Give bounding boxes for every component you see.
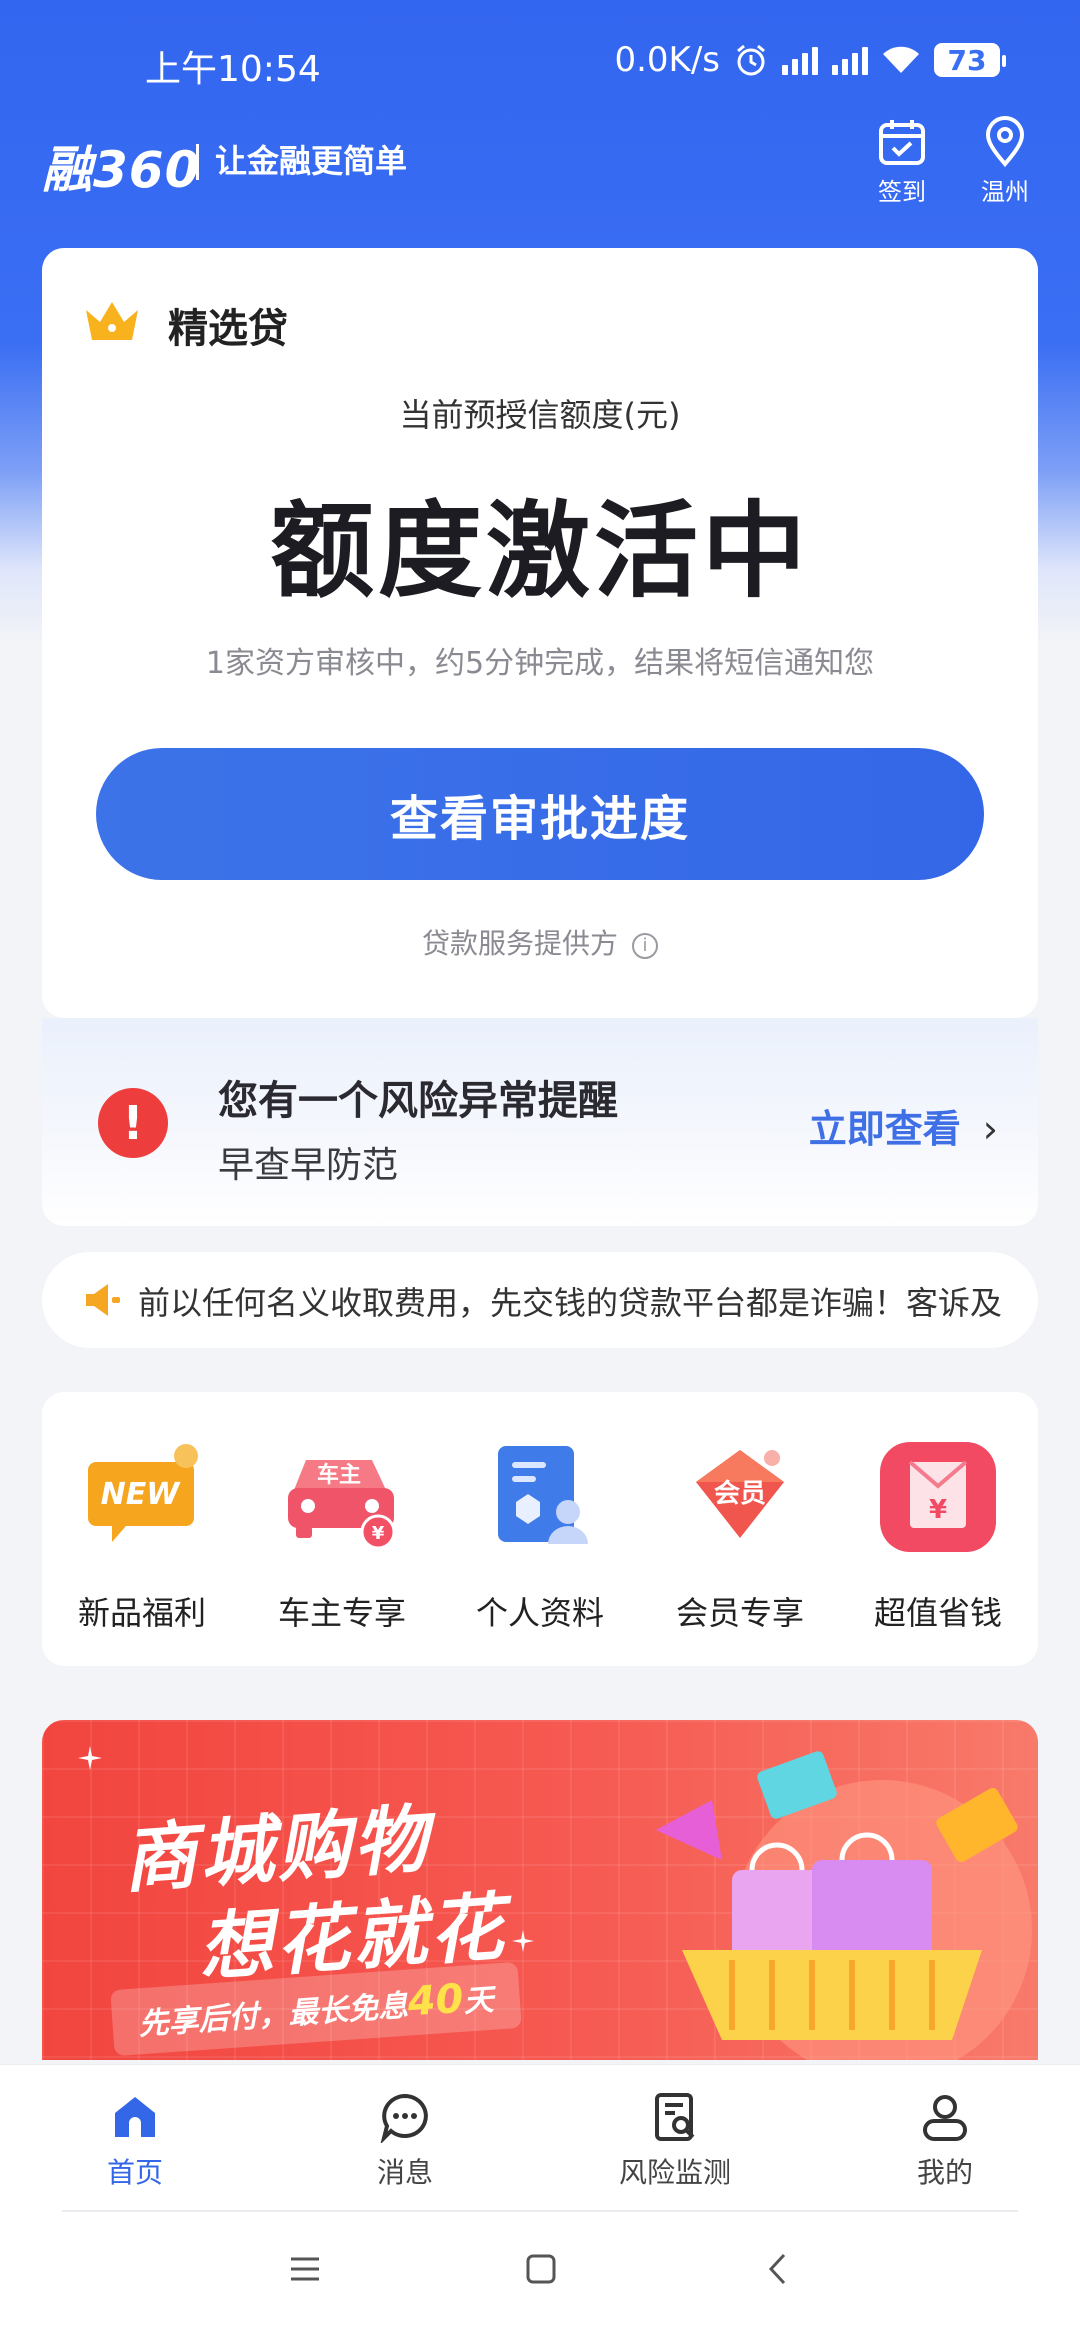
credit-description: 1家资方审核中，约5分钟完成，结果将短信通知您 xyxy=(205,646,875,681)
checkin-button[interactable]: 签到 xyxy=(862,116,942,207)
sparkle-icon xyxy=(512,1930,534,1952)
nav-label: 首页 xyxy=(106,2156,163,2189)
view-approval-progress-button[interactable]: 查看审批进度 xyxy=(96,748,984,880)
service-savings[interactable]: ¥ 超值省钱 xyxy=(838,1442,1038,1634)
risk-monitor-icon xyxy=(655,2093,695,2141)
new-icon-text: NEW xyxy=(101,1477,182,1512)
alert-icon: ! xyxy=(98,1088,168,1158)
notice-bar[interactable]: 前以任何名义收取费用，先交钱的贷款平台都是诈骗！客诉及 xyxy=(42,1252,1038,1348)
notice-text: 前以任何名义收取费用，先交钱的贷款平台都是诈骗！客诉及 xyxy=(138,1284,1003,1322)
service-new-benefits[interactable]: NEW 新品福利 xyxy=(42,1442,242,1634)
app-logo: 融360 xyxy=(42,141,201,199)
nav-home[interactable]: 首页 xyxy=(45,2091,225,2191)
services-grid: NEW 新品福利 ¥ 车主 车主专享 个人资料 会员 会员专享 ¥ 超值省钱 xyxy=(42,1392,1038,1666)
home-square-icon[interactable] xyxy=(524,2252,558,2286)
app-header: 融360 让金融更简单 签到 温州 xyxy=(0,116,1080,230)
location-button[interactable]: 温州 xyxy=(965,116,1045,207)
chevron-right-icon: › xyxy=(982,1107,998,1151)
status-indicators: 0.0K/s 73 xyxy=(614,40,1006,80)
service-label: 新品福利 xyxy=(77,1594,206,1632)
bottom-nav: 首页 消息 风险监测 我的 xyxy=(0,2064,1080,2212)
nav-label: 风险监测 xyxy=(618,2156,731,2189)
app-slogan: 让金融更简单 xyxy=(215,142,408,180)
banner-subtitle-highlight: 40 xyxy=(406,1975,465,2026)
loan-tag: 精选贷 xyxy=(168,306,288,352)
signal-icon-2 xyxy=(832,45,868,75)
service-car-owner[interactable]: ¥ 车主 车主专享 xyxy=(242,1442,442,1634)
member-icon: 会员 xyxy=(680,1442,800,1552)
risk-alert-title: 您有一个风险异常提醒 xyxy=(218,1078,618,1124)
crown-icon xyxy=(86,302,138,340)
sparkle-icon xyxy=(78,1746,102,1770)
back-icon[interactable] xyxy=(762,2252,796,2286)
risk-alert-subtitle: 早查早防范 xyxy=(218,1145,399,1186)
svg-text:¥: ¥ xyxy=(372,1523,385,1544)
info-icon: i xyxy=(632,933,658,959)
member-icon-text: 会员 xyxy=(714,1479,766,1509)
shopping-mall-banner[interactable]: 商城购物 想花就花 先享后付，最长免息40天 xyxy=(42,1720,1038,2060)
risk-alert-card[interactable]: ! 您有一个风险异常提醒 早查早防范 立即查看 › xyxy=(42,1018,1038,1226)
logo-divider xyxy=(196,144,199,180)
service-personal-info[interactable]: 个人资料 xyxy=(440,1442,640,1634)
status-time: 上午10:54 xyxy=(145,49,321,90)
location-pin-icon xyxy=(985,116,1025,168)
location-label: 温州 xyxy=(981,178,1029,206)
loan-card: 精选贷 当前预授信额度(元) 额度激活中 1家资方审核中，约5分钟完成，结果将短… xyxy=(42,248,1038,1018)
car-icon-text: 车主 xyxy=(317,1462,361,1488)
service-label: 超值省钱 xyxy=(873,1594,1002,1632)
speaker-icon xyxy=(86,1284,120,1316)
home-icon xyxy=(115,2097,155,2137)
checkin-label: 签到 xyxy=(878,178,926,206)
battery-icon: 73 xyxy=(934,43,1006,77)
service-label: 会员专享 xyxy=(675,1594,804,1632)
message-icon xyxy=(380,2093,428,2143)
credit-label: 当前预授信额度(元) xyxy=(399,396,681,434)
view-now-link[interactable]: 立即查看 › xyxy=(809,1098,998,1153)
car-icon: ¥ 车主 xyxy=(282,1442,402,1552)
savings-icon-text: ¥ xyxy=(929,1495,947,1525)
new-icon: NEW xyxy=(82,1442,202,1552)
alarm-icon xyxy=(737,44,765,76)
system-nav-bar xyxy=(0,2212,1080,2340)
service-label: 车主专享 xyxy=(277,1594,406,1632)
banner-subtitle-suffix: 天 xyxy=(462,1982,495,2020)
view-now-label: 立即查看 xyxy=(808,1107,961,1151)
credit-status: 额度激活中 xyxy=(269,490,810,612)
status-bar: 上午10:54 0.0K/s 73 xyxy=(0,0,1080,120)
profile-icon xyxy=(923,2095,967,2141)
signal-icon xyxy=(782,45,818,75)
savings-envelope-icon: ¥ xyxy=(878,1442,998,1552)
calendar-check-icon xyxy=(879,120,925,165)
nav-label: 我的 xyxy=(916,2156,973,2189)
wifi-icon xyxy=(883,46,919,73)
net-speed: 0.0K/s xyxy=(614,40,720,80)
loan-provider-link[interactable]: 贷款服务提供方 i xyxy=(42,922,1038,962)
nav-messages[interactable]: 消息 xyxy=(315,2091,495,2191)
nav-profile[interactable]: 我的 xyxy=(855,2091,1035,2191)
service-label: 个人资料 xyxy=(475,1594,604,1632)
service-member[interactable]: 会员 会员专享 xyxy=(640,1442,840,1634)
banner-subtitle-prefix: 先享后付，最长免息 xyxy=(137,1988,410,2043)
profile-doc-icon xyxy=(480,1442,600,1552)
nav-risk-monitor[interactable]: 风险监测 xyxy=(585,2091,765,2191)
nav-label: 消息 xyxy=(376,2156,433,2189)
menu-icon[interactable] xyxy=(288,2252,322,2286)
shopping-cart-illustration xyxy=(656,1751,1032,2060)
provider-label: 贷款服务提供方 xyxy=(421,927,618,960)
